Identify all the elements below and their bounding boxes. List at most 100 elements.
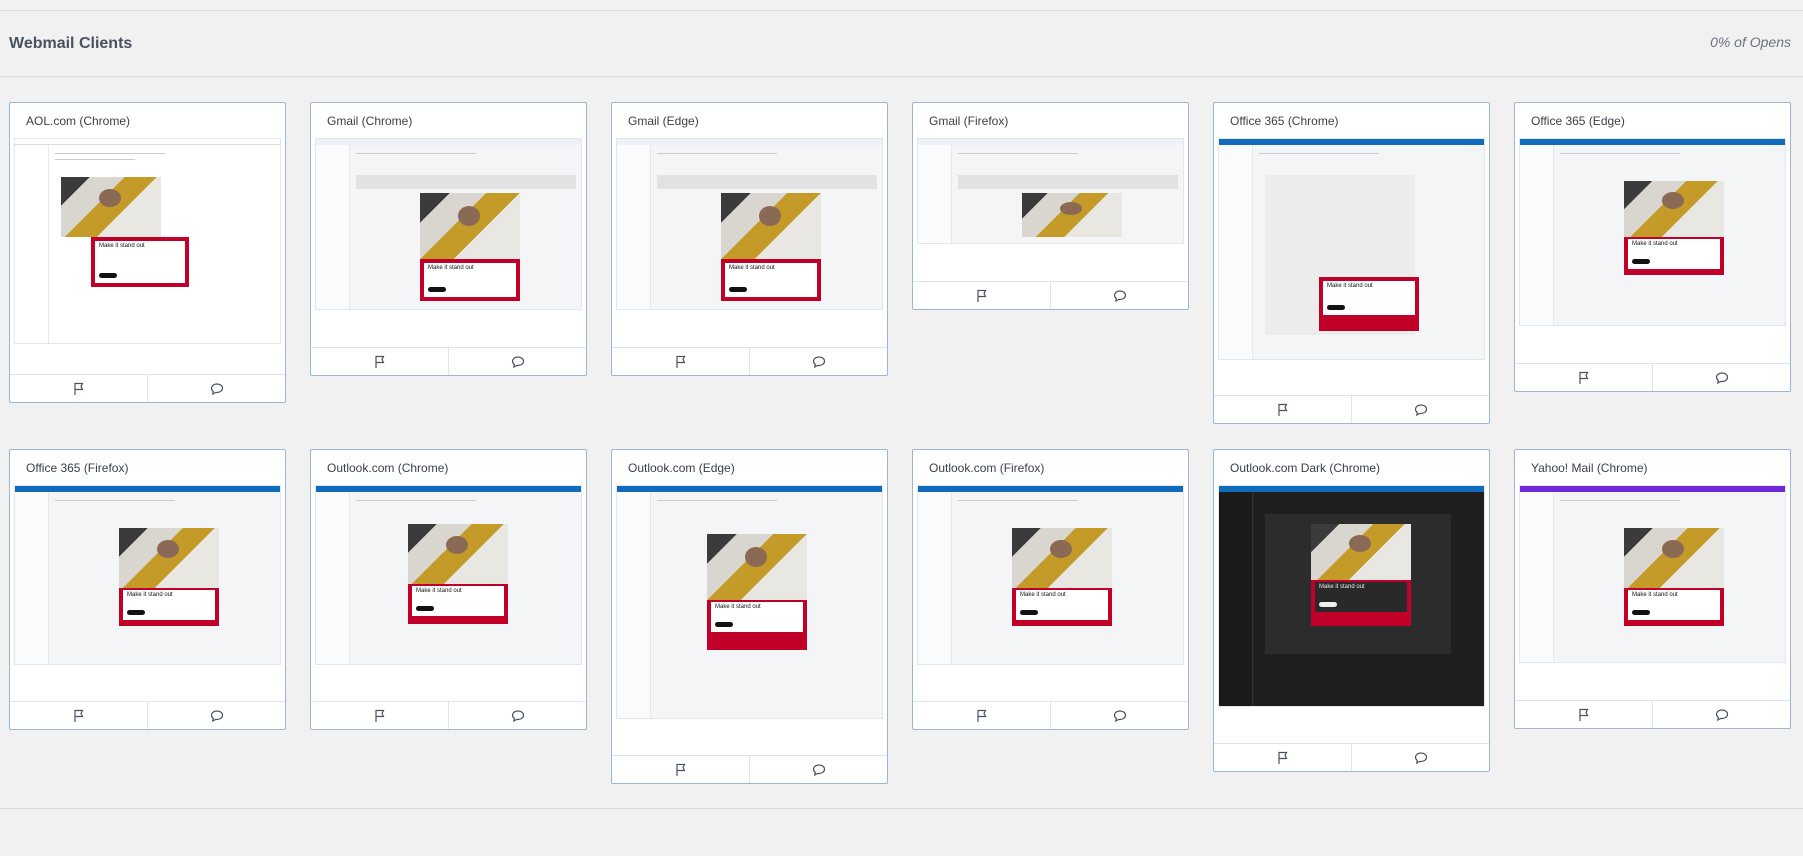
card-title: AOL.com (Chrome) xyxy=(26,114,131,128)
comment-button[interactable] xyxy=(1652,701,1790,728)
client-card[interactable]: Office 365 (Edge) Make it stand out xyxy=(1514,102,1791,392)
card-title: Office 365 (Chrome) xyxy=(1230,114,1339,128)
email-preview-screenshot[interactable]: Make it stand out xyxy=(14,485,281,665)
card-title: Outlook.com (Edge) xyxy=(628,461,735,475)
card-title: Outlook.com Dark (Chrome) xyxy=(1230,461,1381,475)
flag-button[interactable] xyxy=(1515,701,1652,728)
card-footer xyxy=(1214,743,1489,771)
card-footer xyxy=(311,347,586,375)
card-footer xyxy=(10,701,285,729)
comment-button[interactable] xyxy=(147,375,285,402)
flag-icon xyxy=(374,355,384,368)
comment-button[interactable] xyxy=(749,348,887,375)
comment-button[interactable] xyxy=(1351,744,1489,771)
flag-icon xyxy=(675,355,685,368)
flag-button[interactable] xyxy=(10,702,147,729)
comment-button[interactable] xyxy=(448,348,586,375)
client-card[interactable]: Outlook.com (Edge) Make it stand out xyxy=(611,449,888,784)
flag-button[interactable] xyxy=(913,702,1050,729)
client-card[interactable]: Outlook.com (Firefox) Make it stand out xyxy=(912,449,1189,730)
card-title: Gmail (Chrome) xyxy=(327,114,413,128)
card-footer xyxy=(913,281,1188,309)
comment-icon xyxy=(1414,403,1427,416)
email-preview-screenshot[interactable]: Make it stand out xyxy=(315,485,582,665)
section-header: Webmail Clients 0% of Opens xyxy=(0,11,1803,77)
section-divider xyxy=(0,808,1803,809)
comment-button[interactable] xyxy=(1351,396,1489,423)
comment-button[interactable] xyxy=(147,702,285,729)
comment-icon xyxy=(1113,289,1126,302)
email-preview-screenshot[interactable]: Make it stand out xyxy=(616,485,883,719)
flag-icon xyxy=(73,382,83,395)
email-headline: Make it stand out xyxy=(1632,241,1678,247)
email-headline: Make it stand out xyxy=(99,243,145,249)
comment-icon xyxy=(1715,708,1728,721)
flag-button[interactable] xyxy=(10,375,147,402)
client-card[interactable]: Office 365 (Firefox) Make it stand out xyxy=(9,449,286,730)
flag-button[interactable] xyxy=(1214,396,1351,423)
card-footer xyxy=(612,347,887,375)
comment-button[interactable] xyxy=(448,702,586,729)
card-footer xyxy=(1515,363,1790,391)
comment-button[interactable] xyxy=(749,756,887,783)
card-title: Gmail (Firefox) xyxy=(929,114,1009,128)
email-preview-screenshot[interactable]: Make it stand out xyxy=(1218,485,1485,707)
client-card[interactable]: Office 365 (Chrome) Make it stand out xyxy=(1213,102,1490,424)
card-title: Yahoo! Mail (Chrome) xyxy=(1531,461,1648,475)
flag-button[interactable] xyxy=(1515,364,1652,391)
email-headline: Make it stand out xyxy=(1020,592,1066,598)
client-card[interactable]: Outlook.com (Chrome) Make it stand out xyxy=(310,449,587,730)
flag-icon xyxy=(1578,708,1588,721)
client-card[interactable]: Yahoo! Mail (Chrome) Make it stand out xyxy=(1514,449,1791,729)
comment-icon xyxy=(1715,371,1728,384)
email-preview-screenshot[interactable]: Make it stand out xyxy=(616,138,883,310)
flag-icon xyxy=(1578,371,1588,384)
email-preview-screenshot[interactable]: Make it stand out xyxy=(315,138,582,310)
email-preview-screenshot[interactable] xyxy=(917,138,1184,244)
comment-icon xyxy=(1113,709,1126,722)
flag-icon xyxy=(374,709,384,722)
section-title: Webmail Clients xyxy=(9,35,133,52)
flag-button[interactable] xyxy=(311,348,448,375)
flag-button[interactable] xyxy=(612,348,749,375)
email-preview-screenshot[interactable]: Make it stand out xyxy=(1519,485,1786,663)
client-card[interactable]: Gmail (Edge) Make it stand out xyxy=(611,102,888,376)
flag-icon xyxy=(976,709,986,722)
card-title: Outlook.com (Chrome) xyxy=(327,461,449,475)
comment-button[interactable] xyxy=(1050,702,1188,729)
email-preview-screenshot[interactable]: Make it stand out xyxy=(14,138,281,344)
comment-icon xyxy=(210,382,223,395)
email-headline: Make it stand out xyxy=(729,265,775,271)
card-footer xyxy=(913,701,1188,729)
card-title: Outlook.com (Firefox) xyxy=(929,461,1045,475)
card-title: Office 365 (Firefox) xyxy=(26,461,129,475)
flag-button[interactable] xyxy=(1214,744,1351,771)
flag-button[interactable] xyxy=(311,702,448,729)
card-title: Office 365 (Edge) xyxy=(1531,114,1625,128)
comment-button[interactable] xyxy=(1050,282,1188,309)
email-preview-screenshot[interactable]: Make it stand out xyxy=(1218,138,1485,360)
flag-button[interactable] xyxy=(913,282,1050,309)
flag-icon xyxy=(675,763,685,776)
flag-icon xyxy=(73,709,83,722)
client-card[interactable]: Gmail (Chrome) Make it stand out xyxy=(310,102,587,376)
client-card[interactable]: Outlook.com Dark (Chrome) Make it stand … xyxy=(1213,449,1490,772)
comment-icon xyxy=(511,355,524,368)
email-preview-screenshot[interactable]: Make it stand out xyxy=(917,485,1184,665)
card-title: Gmail (Edge) xyxy=(628,114,699,128)
client-card[interactable]: Gmail (Firefox) xyxy=(912,102,1189,310)
comment-icon xyxy=(210,709,223,722)
email-preview-screenshot[interactable]: Make it stand out xyxy=(1519,138,1786,326)
card-footer xyxy=(1515,700,1790,728)
email-headline: Make it stand out xyxy=(1632,592,1678,598)
email-headline: Make it stand out xyxy=(127,592,173,598)
comment-button[interactable] xyxy=(1652,364,1790,391)
card-footer xyxy=(311,701,586,729)
comment-icon xyxy=(511,709,524,722)
email-headline: Make it stand out xyxy=(416,588,462,594)
email-headline: Make it stand out xyxy=(428,265,474,271)
card-footer xyxy=(10,374,285,402)
opens-percentage: 0% of Opens xyxy=(1710,34,1791,50)
flag-button[interactable] xyxy=(612,756,749,783)
client-card[interactable]: AOL.com (Chrome) Make it stand out xyxy=(9,102,286,403)
